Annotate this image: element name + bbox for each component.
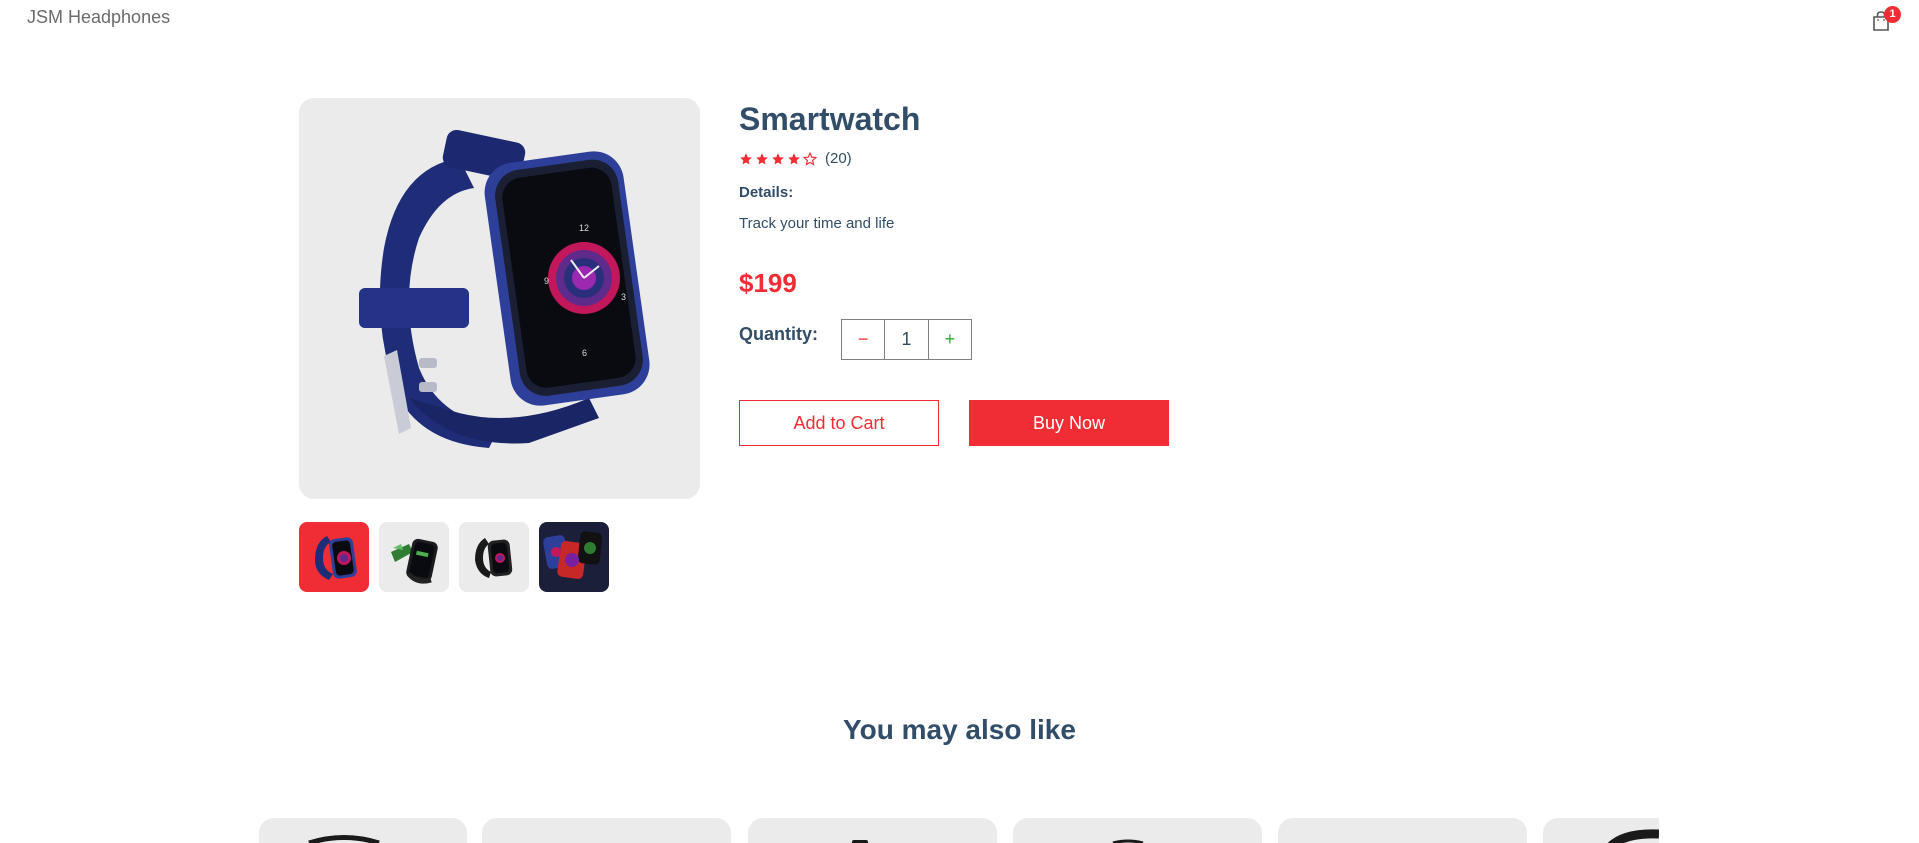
thumbnail-watch-black-green[interactable] <box>379 522 449 592</box>
product-main-image: 12 9 3 6 <box>299 98 700 499</box>
thumbnail-image <box>315 536 357 580</box>
details-label: Details: <box>739 184 794 201</box>
thumbnail-watch-blue-front[interactable] <box>299 522 369 592</box>
quantity-value: 1 <box>885 320 929 359</box>
also-like-carousel <box>259 818 1659 843</box>
buy-now-button[interactable]: Buy Now <box>969 400 1169 446</box>
product-card[interactable] <box>1278 818 1527 843</box>
star-filled-icon <box>772 152 784 165</box>
product-card[interactable] <box>1013 818 1262 843</box>
thumbnail-image <box>539 522 609 592</box>
quantity-stepper: − 1 + <box>841 319 972 360</box>
product-rating: (20) <box>739 150 852 167</box>
product-card-image <box>1112 839 1144 843</box>
svg-text:6: 6 <box>582 348 587 358</box>
star-filled-icon <box>788 152 800 165</box>
cart-button[interactable]: 1 <box>1866 6 1901 36</box>
star-filled-icon <box>740 152 752 165</box>
thumbnail-watch-black-side[interactable] <box>459 522 529 592</box>
smartwatch-image: 12 9 3 6 <box>359 129 650 448</box>
navbar: JSM Headphones 1 <box>0 0 1919 40</box>
add-to-cart-button[interactable]: Add to Cart <box>739 400 939 446</box>
thumbnail-watch-multi-faces[interactable] <box>539 522 609 592</box>
product-price: $199 <box>739 268 797 298</box>
svg-text:12: 12 <box>579 223 589 233</box>
svg-text:3: 3 <box>621 292 626 302</box>
thumbnail-image <box>475 538 513 578</box>
decrement-button[interactable]: − <box>842 320 886 359</box>
star-filled-icon <box>756 152 768 165</box>
product-card-image <box>852 840 868 843</box>
product-card[interactable] <box>259 818 467 843</box>
product-details: Track your time and life <box>739 215 895 232</box>
cart-qty-badge: 1 <box>1884 6 1901 23</box>
product-title: Smartwatch <box>739 101 921 137</box>
increment-button[interactable]: + <box>929 320 971 359</box>
logo-link[interactable]: JSM Headphones <box>27 7 170 28</box>
product-card[interactable] <box>1543 818 1659 843</box>
product-card[interactable] <box>482 818 731 843</box>
svg-text:9: 9 <box>544 276 549 286</box>
thumbnail-image <box>391 538 438 584</box>
quantity-label: Quantity: <box>739 324 818 344</box>
review-count: (20) <box>825 150 852 167</box>
product-card[interactable] <box>748 818 997 843</box>
thumbnail-strip <box>299 522 609 592</box>
product-card-image <box>1607 829 1659 843</box>
product-card-image <box>308 835 380 843</box>
star-outline-icon <box>803 151 817 166</box>
also-like-title: You may also like <box>843 714 1076 745</box>
